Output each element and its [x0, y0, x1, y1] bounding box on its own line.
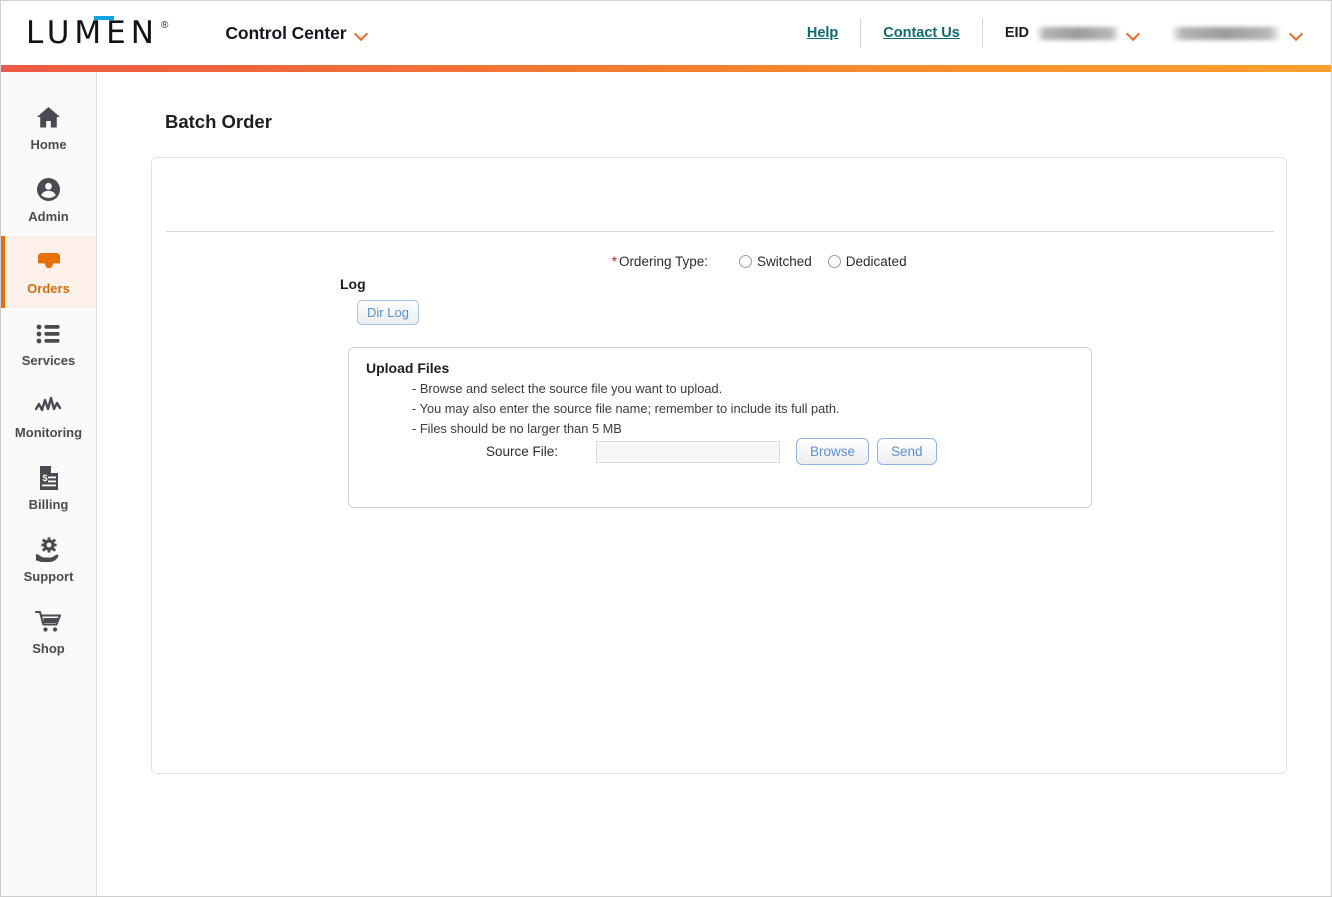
radio-button-dedicated[interactable]	[827, 255, 841, 268]
account-selector[interactable]	[1156, 26, 1313, 40]
sidebar-label-billing: Billing	[28, 496, 69, 512]
contact-us-link[interactable]: Contact Us	[861, 25, 982, 41]
sidebar-label-shop: Shop	[32, 640, 65, 656]
radio-option-switched[interactable]: Switched	[739, 254, 812, 269]
app-window: LUMEN ® Control Center Help Contact Us E…	[0, 0, 1332, 897]
sidebar-item-services[interactable]: Services	[1, 308, 96, 380]
source-file-input[interactable]	[596, 440, 780, 463]
sidebar-label-support: Support	[23, 568, 74, 584]
logo-registered-mark: ®	[160, 19, 169, 31]
logo-accent-bar	[94, 15, 114, 20]
eid-label: EID	[1004, 25, 1029, 41]
sidebar-item-home[interactable]: Home	[1, 92, 96, 164]
home-icon	[36, 105, 61, 131]
gear-hand-icon	[35, 536, 63, 563]
required-marker: *	[611, 254, 617, 269]
batch-order-card: * Ordering Type: Switched Dedicated Log D…	[151, 157, 1287, 774]
inbox-tray-icon	[36, 249, 62, 275]
invoice-icon: $	[38, 465, 60, 491]
ordering-type-row: * Ordering Type: Switched Dedicated	[152, 254, 1286, 269]
top-header: LUMEN ® Control Center Help Contact Us E…	[1, 1, 1331, 65]
sidebar-item-support[interactable]: Support	[1, 524, 96, 596]
sidebar-label-monitoring: Monitoring	[14, 424, 83, 440]
sidebar-item-shop[interactable]: Shop	[1, 596, 96, 668]
upload-instruction: - Files should be no larger than 5 MB	[412, 421, 622, 436]
browse-button[interactable]: Browse	[796, 438, 870, 465]
sidebar-item-admin[interactable]: Admin	[1, 164, 96, 236]
waveform-icon	[35, 393, 62, 419]
sidebar-label-home: Home	[30, 136, 67, 152]
upload-files-title: Upload Files	[366, 360, 450, 376]
brand-gradient-bar	[1, 65, 1331, 72]
header-right-group: Help Contact Us EID	[785, 13, 1313, 53]
source-file-row: Source File: Browse Send	[349, 438, 1091, 465]
log-section-label: Log	[340, 276, 366, 292]
chevron-down-icon	[1290, 29, 1303, 37]
radio-button-switched[interactable]	[739, 255, 752, 268]
chevron-down-icon	[1127, 29, 1140, 37]
page-title: Batch Order	[165, 111, 272, 132]
ordering-type-text: Ordering Type:	[618, 254, 708, 269]
upload-instruction: - Browse and select the source file you …	[412, 381, 723, 396]
primary-sidebar: Home Admin Orders Services Monitoring $ …	[1, 72, 97, 896]
account-value-redacted	[1172, 26, 1280, 40]
sidebar-item-monitoring[interactable]: Monitoring	[1, 380, 96, 452]
sidebar-label-services: Services	[21, 352, 76, 368]
radio-label-dedicated: Dedicated	[845, 254, 907, 269]
control-center-label: Control Center	[225, 22, 347, 43]
logo-wordmark: LUMEN	[26, 14, 159, 51]
send-button[interactable]: Send	[877, 438, 937, 465]
sidebar-item-orders[interactable]: Orders	[1, 236, 96, 308]
card-top-divider	[166, 231, 1274, 232]
upload-files-panel: Upload Files - Browse and select the sou…	[348, 347, 1092, 508]
sidebar-label-orders: Orders	[27, 280, 70, 296]
upload-instruction: - You may also enter the source file nam…	[412, 401, 840, 416]
sidebar-item-billing[interactable]: $ Billing	[1, 452, 96, 524]
source-file-label: Source File:	[485, 444, 558, 459]
eid-value-redacted	[1037, 26, 1119, 40]
user-circle-icon	[36, 177, 61, 203]
main-content: Batch Order * Ordering Type: Switched Ded…	[98, 72, 1331, 896]
cart-icon	[34, 609, 63, 635]
svg-text:$: $	[42, 473, 47, 483]
dir-log-button[interactable]: Dir Log	[357, 300, 419, 325]
list-icon	[36, 321, 62, 347]
eid-selector[interactable]: EID	[983, 25, 1156, 41]
chevron-down-icon	[355, 29, 368, 37]
sidebar-label-admin: Admin	[28, 208, 69, 224]
radio-option-dedicated[interactable]: Dedicated	[827, 254, 907, 269]
radio-label-switched: Switched	[757, 254, 812, 269]
ordering-type-radio-group: Switched Dedicated	[739, 254, 907, 269]
control-center-menu[interactable]: Control Center	[225, 23, 368, 44]
help-link[interactable]: Help	[785, 25, 860, 41]
lumen-logo[interactable]: LUMEN ®	[26, 14, 169, 51]
ordering-type-label: * Ordering Type:	[152, 254, 708, 269]
